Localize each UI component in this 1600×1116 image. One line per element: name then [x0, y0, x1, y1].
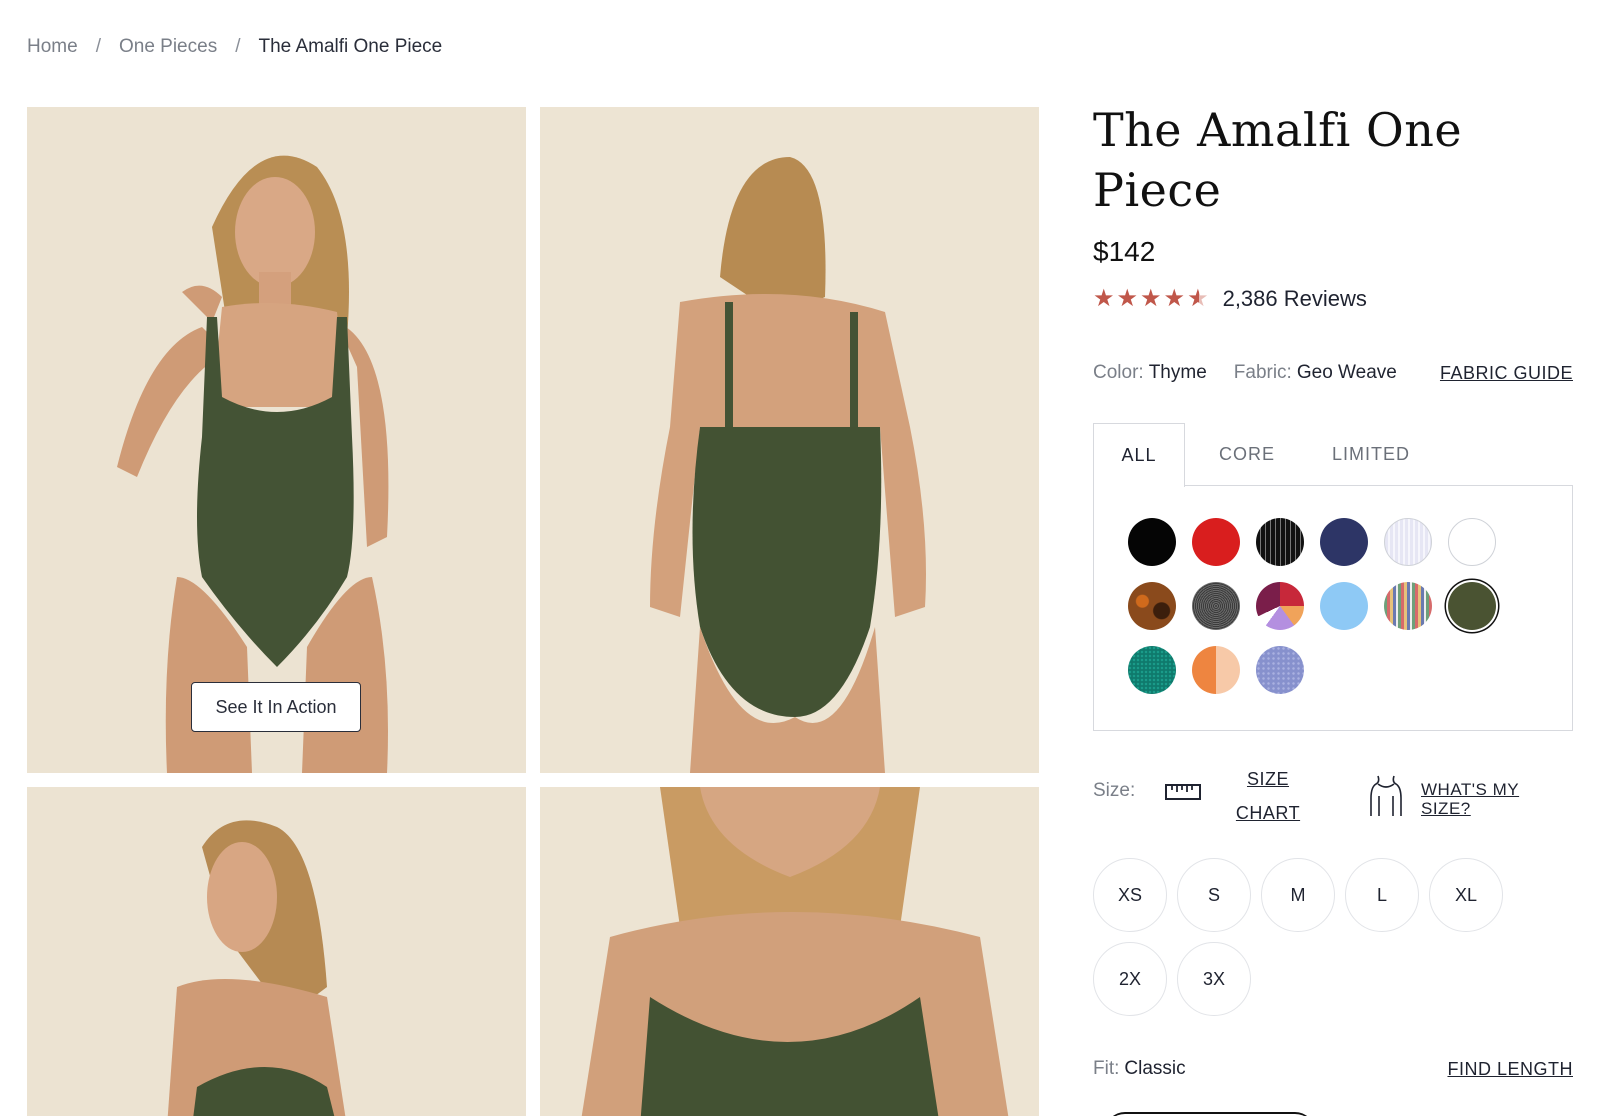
tab-limited[interactable]: LIMITED	[1311, 423, 1431, 486]
whats-my-size-link[interactable]: WHAT'S MY SIZE?	[1421, 780, 1541, 818]
product-price: $142	[1093, 236, 1156, 267]
product-photo-detail[interactable]	[540, 787, 1039, 1116]
fabric-value: Geo Weave	[1296, 362, 1397, 383]
swatch-charcoal-texture[interactable]	[1192, 582, 1240, 630]
star-icon: ★	[1116, 285, 1139, 312]
breadcrumb-one-pieces[interactable]: One Pieces	[119, 36, 217, 58]
fit-label: Fit:	[1093, 1058, 1120, 1079]
size-options: XS S M L XL 2X 3X	[1093, 858, 1573, 1016]
color-tabs: ALL CORE LIMITED	[1093, 423, 1573, 487]
star-icon: ★	[1093, 285, 1115, 312]
tab-core[interactable]: CORE	[1205, 423, 1289, 486]
product-info: The Amalfi One Piece $142 ★ ★ ★ ★ ★ 2,38…	[1093, 100, 1573, 1114]
size-chart-link[interactable]: SIZE CHART	[1233, 762, 1303, 830]
find-length-link[interactable]: FIND LENGTH	[1447, 1059, 1573, 1080]
size-option-2x[interactable]: 2X	[1093, 942, 1167, 1016]
swatch-abstract-print[interactable]	[1256, 582, 1304, 630]
star-icon: ★	[1163, 285, 1186, 312]
size-option-l[interactable]: L	[1345, 858, 1419, 932]
product-attributes: Color: Thyme Fabric: Geo Weave FABRIC GU…	[1093, 362, 1573, 384]
tab-all[interactable]: ALL	[1093, 423, 1185, 487]
see-it-in-action-button[interactable]: See It In Action	[191, 682, 361, 732]
product-photo-back[interactable]	[540, 107, 1039, 773]
star-icon: ★	[1140, 285, 1162, 312]
color-value: Thyme	[1148, 362, 1207, 383]
size-header: Size: SIZE CHART WHAT'S MY SIZE?	[1093, 752, 1573, 832]
half-star-icon: ★	[1187, 285, 1209, 312]
swatch-grid	[1128, 518, 1496, 694]
product-rating[interactable]: ★ ★ ★ ★ ★ 2,386 Reviews	[1093, 286, 1573, 312]
swatch-red[interactable]	[1192, 518, 1240, 566]
swatch-thyme[interactable]	[1448, 582, 1496, 630]
product-photo-front[interactable]: See It In Action	[27, 107, 526, 773]
fit-option-button[interactable]	[1105, 1112, 1315, 1116]
reviews-count[interactable]: 2,386 Reviews	[1223, 286, 1367, 312]
body-measure-icon	[1368, 774, 1404, 823]
swatch-lavender-white[interactable]	[1384, 518, 1432, 566]
swatch-white[interactable]	[1448, 518, 1496, 566]
size-option-xs[interactable]: XS	[1093, 858, 1167, 932]
swatch-panel	[1093, 485, 1573, 731]
ruler-icon	[1165, 782, 1201, 807]
size-option-s[interactable]: S	[1177, 858, 1251, 932]
breadcrumb-separator: /	[235, 36, 241, 57]
swatch-brown-pattern[interactable]	[1128, 582, 1176, 630]
size-option-xl[interactable]: XL	[1429, 858, 1503, 932]
breadcrumb-separator: /	[95, 36, 101, 57]
rating-stars: ★ ★ ★ ★ ★	[1093, 287, 1209, 311]
swatch-navy[interactable]	[1320, 518, 1368, 566]
swatch-black-pinstripe[interactable]	[1256, 518, 1304, 566]
swatch-periwinkle-dot[interactable]	[1256, 646, 1304, 694]
swatch-teal[interactable]	[1128, 646, 1176, 694]
swatch-black[interactable]	[1128, 518, 1176, 566]
size-option-m[interactable]: M	[1261, 858, 1335, 932]
fit-row: Fit: Classic FIND LENGTH	[1093, 1058, 1573, 1080]
fit-value: Classic	[1124, 1058, 1186, 1079]
swatch-multi-stripe[interactable]	[1384, 582, 1432, 630]
product-gallery: See It In Action	[27, 107, 1039, 1116]
fabric-guide-link[interactable]: FABRIC GUIDE	[1440, 363, 1573, 384]
breadcrumb-home[interactable]: Home	[27, 36, 78, 58]
size-option-3x[interactable]: 3X	[1177, 942, 1251, 1016]
swatch-orange-peach[interactable]	[1192, 646, 1240, 694]
breadcrumb-current: The Amalfi One Piece	[258, 36, 443, 57]
product-title: The Amalfi One Piece	[1093, 103, 1463, 217]
breadcrumb: Home / One Pieces / The Amalfi One Piece	[27, 36, 442, 58]
swatch-sky-blue[interactable]	[1320, 582, 1368, 630]
product-photo-side[interactable]	[27, 787, 526, 1116]
fabric-label: Fabric:	[1233, 362, 1292, 383]
size-label: Size:	[1093, 780, 1136, 801]
color-label: Color:	[1093, 362, 1144, 383]
